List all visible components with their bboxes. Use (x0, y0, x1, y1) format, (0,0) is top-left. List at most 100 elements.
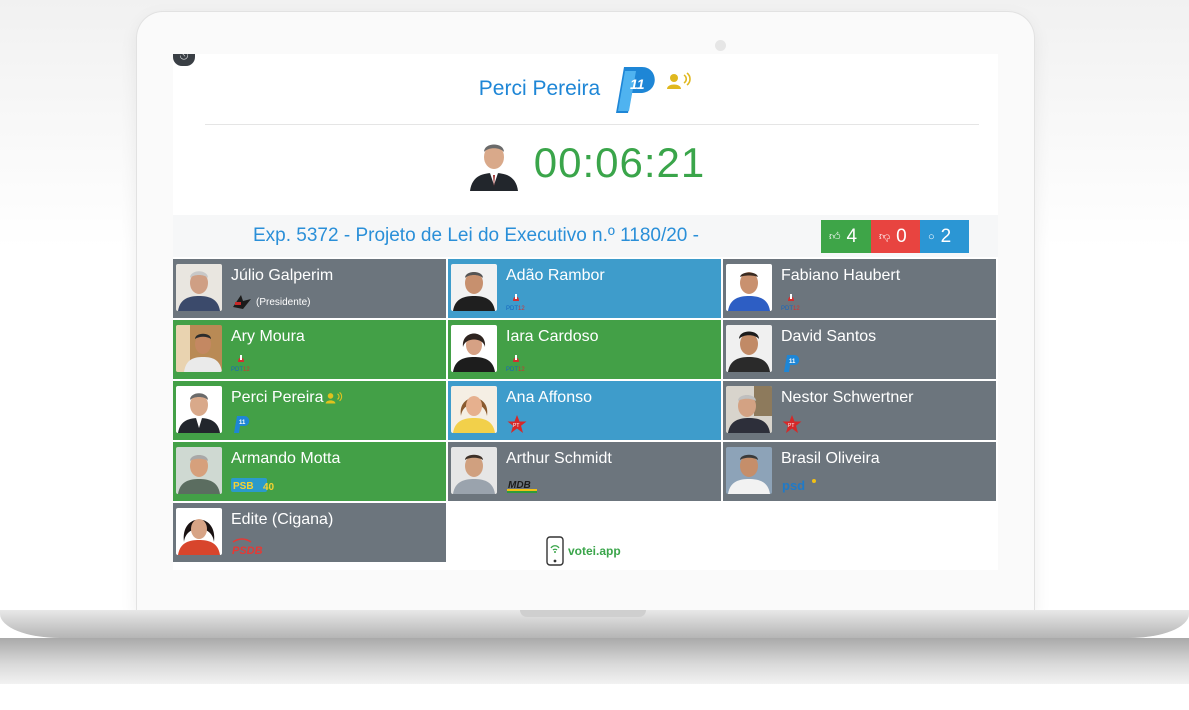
speaking-icon (326, 391, 343, 404)
speaker-photo (465, 135, 522, 191)
no-vote-count: 👎︎ 0 (871, 220, 920, 253)
camera-dot (715, 40, 726, 51)
svg-text:PSDB: PSDB (232, 545, 263, 556)
psb-logo-icon: PSB 40 (231, 478, 275, 493)
party-badge: PT (781, 414, 803, 434)
councilor-name: Fabiano Haubert (781, 267, 901, 284)
pdt-logo-icon: PDT 12 (506, 294, 525, 312)
party-badge: PSDB (231, 536, 271, 556)
councilor-card[interactable]: Perci Pereira 11 (173, 381, 446, 440)
councilor-card[interactable]: Júlio Galperim (Presidente) (173, 259, 446, 318)
councilor-photo (451, 386, 497, 433)
councilor-card[interactable]: Ana Affonso PT (448, 381, 721, 440)
councilor-card[interactable]: Adão Rambor PDT 12 (448, 259, 721, 318)
councilor-photo (451, 325, 497, 372)
phone-icon (546, 536, 564, 566)
svg-text:PT: PT (513, 423, 519, 429)
councilor-card[interactable]: Fabiano Haubert PDT 12 (723, 259, 996, 318)
svg-text:PDT: PDT (506, 306, 518, 312)
pt-star-icon: PT (507, 415, 527, 433)
councilor-card[interactable]: Brasil Oliveira psd (723, 442, 996, 501)
svg-text:12: 12 (518, 306, 525, 312)
speaking-icon (667, 72, 691, 89)
councilor-name: Adão Rambor (506, 267, 605, 284)
session-bar: Exp. 5372 - Projeto de Lei do Executivo … (173, 215, 998, 257)
party-badge: PSB 40 (231, 475, 277, 495)
speaker-name: Perci Pereira (478, 77, 601, 100)
svg-text:11: 11 (239, 420, 246, 426)
pdt-logo-icon: PDT 12 (506, 355, 525, 373)
councilor-photo (176, 508, 222, 555)
laptop-notch (520, 610, 646, 617)
svg-text:11: 11 (630, 76, 645, 92)
svg-text:PT: PT (788, 423, 794, 429)
svg-text:PDT: PDT (781, 306, 793, 312)
councilor-name: Nestor Schwertner (781, 389, 914, 406)
councilor-name: Perci Pereira (231, 389, 343, 407)
svg-text:40: 40 (263, 482, 275, 493)
svg-text:PDT: PDT (231, 367, 243, 373)
abstain-vote-count: ○ 2 (920, 220, 969, 253)
psd-logo-icon: psd (782, 478, 816, 493)
svg-text:12: 12 (518, 367, 525, 373)
circle-icon: ○ (928, 230, 935, 243)
councilor-photo (451, 264, 497, 311)
councilor-photo (176, 325, 222, 372)
svg-text:12: 12 (793, 306, 800, 312)
councilor-photo (726, 264, 772, 311)
councilor-name: Júlio Galperim (231, 267, 334, 284)
councilor-card[interactable]: Edite (Cigana) PSDB (173, 503, 446, 562)
pp-logo-icon: 11 (784, 355, 800, 372)
mdb-logo-icon: MDB (507, 480, 537, 493)
party-badge: PDT 12 (231, 353, 253, 373)
party-badge: 11 (781, 353, 801, 373)
councilor-photo (451, 447, 497, 494)
party-badge: (Presidente) (231, 292, 310, 312)
pdt-logo-icon: PDT 12 (781, 294, 800, 312)
councilor-card[interactable]: Iara Cardoso PDT 12 (448, 320, 721, 379)
councilor-name: Armando Motta (231, 450, 341, 467)
thumbs-down-icon: 👎︎ (879, 231, 891, 243)
pdt-logo-icon: PDT 12 (231, 355, 250, 373)
svg-text:PSB: PSB (233, 481, 254, 492)
party-badge: PT (506, 414, 528, 434)
svg-text:PDT: PDT (506, 367, 518, 373)
party-badge: PDT 12 (781, 292, 803, 312)
councilor-name: David Santos (781, 328, 877, 345)
speech-timer: 00:06:21 (533, 139, 706, 186)
councilor-name: Ana Affonso (506, 389, 592, 406)
party-badge: PDT 12 (506, 292, 528, 312)
councilor-name: Edite (Cigana) (231, 511, 334, 528)
pp-logo-icon: 11 (234, 416, 250, 433)
councilor-name: Ary Moura (231, 328, 305, 345)
councilor-photo (726, 447, 772, 494)
councilor-photo (176, 386, 222, 433)
psdb-logo-icon: PSDB (232, 538, 263, 556)
councilor-card[interactable]: Ary Moura PDT 12 (173, 320, 446, 379)
councilor-name: Iara Cardoso (506, 328, 599, 345)
current-speaker-header: Perci Pereira 11 (173, 60, 998, 118)
councilor-photo (726, 386, 772, 433)
pt-star-icon: PT (782, 415, 802, 433)
councilor-card[interactable]: Arthur Schmidt MDB (448, 442, 721, 501)
ptb-logo-icon (233, 295, 251, 309)
councilor-photo (726, 325, 772, 372)
votei-app-badge[interactable]: votei.app (546, 536, 621, 566)
speaker-timer-row: 00:06:21 (173, 134, 998, 192)
councilor-photo (176, 264, 222, 311)
councilor-name: Arthur Schmidt (506, 450, 612, 467)
party-badge: MDB (506, 475, 540, 495)
councilor-photo (176, 447, 222, 494)
yes-vote-count: 👍︎ 4 (821, 220, 871, 253)
svg-text:psd: psd (782, 478, 805, 493)
session-title: Exp. 5372 - Projeto de Lei do Executivo … (253, 225, 699, 246)
party-badge: 11 (231, 414, 251, 434)
councilor-card[interactable]: Armando Motta PSB 40 (173, 442, 446, 501)
councilor-card[interactable]: Nestor Schwertner PT (723, 381, 996, 440)
party-badge: psd (781, 475, 817, 495)
pp-party-logo-icon: 11 (616, 67, 655, 113)
councilor-card[interactable]: David Santos 11 (723, 320, 996, 379)
svg-text:12: 12 (243, 367, 250, 373)
header-divider (205, 124, 979, 125)
laptop-shadow (0, 638, 1189, 684)
